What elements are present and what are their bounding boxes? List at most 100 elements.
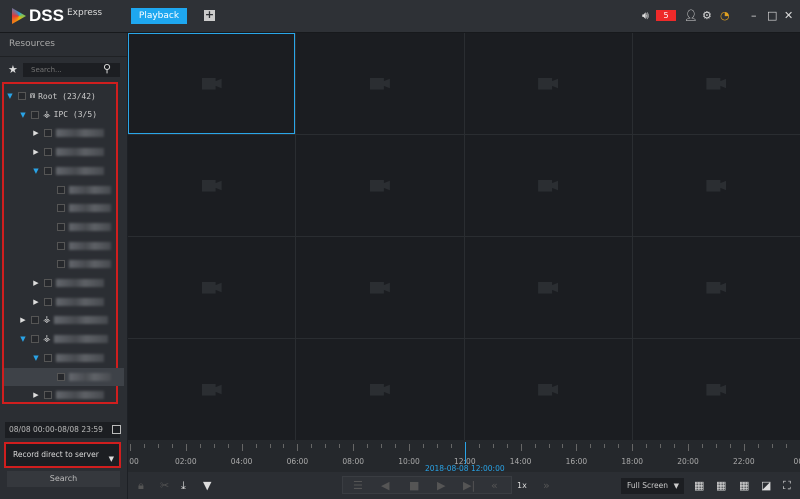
timeline-tick bbox=[520, 444, 522, 451]
caret-right-icon[interactable]: ▶ bbox=[32, 391, 40, 399]
checkbox[interactable] bbox=[57, 204, 65, 213]
gear-icon[interactable]: ⚙ bbox=[702, 9, 712, 23]
checkbox[interactable] bbox=[57, 222, 65, 231]
next-frame-icon[interactable]: ▶| bbox=[463, 479, 475, 492]
layout-9-icon[interactable]: ▦ bbox=[716, 479, 726, 492]
checkbox[interactable] bbox=[44, 166, 52, 175]
video-cell[interactable] bbox=[632, 33, 800, 134]
checkbox[interactable] bbox=[18, 92, 26, 100]
checkbox[interactable] bbox=[44, 353, 52, 362]
tree-node[interactable] bbox=[4, 199, 124, 217]
caret-right-icon[interactable]: ▶ bbox=[19, 316, 27, 324]
video-cell[interactable] bbox=[296, 339, 464, 440]
minimize-icon[interactable]: – bbox=[751, 9, 757, 23]
checkbox[interactable] bbox=[44, 148, 52, 157]
checkbox[interactable] bbox=[44, 391, 52, 400]
play-icon[interactable]: ▶ bbox=[437, 479, 445, 492]
video-cell[interactable] bbox=[296, 33, 464, 134]
video-cell[interactable] bbox=[464, 135, 632, 236]
tree-node[interactable]: ▼ ⩎ Root (23/42) bbox=[4, 87, 124, 105]
checkbox[interactable] bbox=[31, 335, 39, 344]
caret-right-icon[interactable]: ▶ bbox=[32, 129, 40, 137]
tree-node[interactable]: ▼ bbox=[4, 162, 124, 180]
scissors-icon[interactable]: ✂ bbox=[160, 479, 169, 492]
lock-icon[interactable]: 🔒︎ bbox=[138, 479, 144, 493]
tab-playback[interactable]: Playback bbox=[131, 8, 187, 24]
video-cell[interactable] bbox=[128, 33, 296, 134]
filter-icon[interactable]: ▼ bbox=[203, 479, 211, 492]
video-cell[interactable] bbox=[128, 339, 296, 440]
record-type-select[interactable]: Record direct to server ▼ bbox=[4, 442, 121, 468]
video-cell[interactable] bbox=[464, 237, 632, 338]
slow-icon[interactable]: « bbox=[491, 479, 498, 492]
user-icon[interactable]: 👤︎ bbox=[684, 9, 698, 23]
tree-node[interactable]: ▶ bbox=[4, 143, 124, 161]
plus-icon[interactable]: + bbox=[204, 9, 215, 21]
timeline[interactable]: 0002:0004:0006:0008:0010:0012:0014:0016:… bbox=[128, 440, 800, 473]
close-icon[interactable]: ✕ bbox=[784, 9, 793, 23]
star-icon[interactable]: ★ bbox=[8, 63, 18, 76]
custom-layout-icon[interactable]: ◪ bbox=[761, 479, 771, 492]
fast-icon[interactable]: » bbox=[543, 479, 550, 492]
video-cell[interactable] bbox=[296, 135, 464, 236]
tree-node[interactable] bbox=[4, 255, 124, 273]
video-cell[interactable] bbox=[632, 339, 800, 440]
tree-node[interactable]: ▶ bbox=[4, 293, 124, 311]
caret-down-icon[interactable]: ▼ bbox=[32, 354, 40, 362]
tree-node[interactable]: ▼ ⚶ bbox=[4, 330, 124, 348]
search-icon[interactable]: ⚲ bbox=[103, 62, 111, 75]
sync-icon[interactable]: ☰ bbox=[353, 479, 363, 492]
caret-down-icon[interactable]: ▼ bbox=[6, 92, 14, 100]
tree-node[interactable]: ▶ ⚶ bbox=[4, 311, 124, 329]
calendar-icon[interactable] bbox=[112, 425, 121, 434]
caret-down-icon[interactable]: ▼ bbox=[32, 167, 40, 175]
tree-node[interactable] bbox=[4, 218, 124, 236]
tree-node[interactable] bbox=[4, 181, 124, 199]
tree-node[interactable]: ▼ ⚶ IPC (3/5) bbox=[4, 106, 124, 124]
caret-down-icon[interactable]: ▼ bbox=[19, 111, 27, 119]
tree-node[interactable]: ▼ bbox=[4, 349, 124, 367]
checkbox[interactable] bbox=[31, 110, 39, 119]
date-range-field[interactable]: 08/08 00:00-08/08 23:59 bbox=[5, 422, 121, 438]
obscured-device-name bbox=[69, 222, 111, 231]
caret-right-icon[interactable]: ▶ bbox=[32, 279, 40, 287]
volume-icon[interactable]: 🔊︎ bbox=[642, 9, 649, 23]
org-icon: ⚶ bbox=[43, 109, 51, 120]
camera-placeholder-icon bbox=[369, 179, 390, 192]
caret-right-icon[interactable]: ▶ bbox=[32, 298, 40, 306]
layout-16-icon[interactable]: ▦ bbox=[739, 479, 749, 492]
checkbox[interactable] bbox=[57, 260, 65, 269]
download-icon[interactable]: ⤓ bbox=[181, 479, 186, 493]
video-cell[interactable] bbox=[632, 135, 800, 236]
checkbox[interactable] bbox=[44, 129, 52, 138]
tree-node[interactable] bbox=[4, 367, 124, 386]
tree-node[interactable]: ▶ bbox=[4, 386, 124, 404]
checkbox[interactable] bbox=[44, 297, 52, 306]
reverse-play-icon[interactable]: ◀ bbox=[381, 479, 389, 492]
stop-icon[interactable]: ■ bbox=[409, 479, 419, 492]
video-cell[interactable] bbox=[296, 237, 464, 338]
window-mode-select[interactable]: Full Screen ▼ bbox=[621, 478, 684, 494]
timeline-cursor[interactable] bbox=[464, 442, 466, 464]
search-button[interactable]: Search bbox=[7, 471, 120, 487]
video-cell[interactable] bbox=[128, 135, 296, 236]
alarm-badge[interactable]: 5 bbox=[656, 10, 676, 21]
maximize-icon[interactable]: □ bbox=[767, 9, 777, 23]
checkbox[interactable] bbox=[57, 241, 65, 250]
video-cell[interactable] bbox=[632, 237, 800, 338]
caret-right-icon[interactable]: ▶ bbox=[32, 148, 40, 156]
checkbox[interactable] bbox=[31, 316, 39, 325]
video-cell[interactable] bbox=[464, 33, 632, 134]
performance-gauge-icon[interactable]: ◔ bbox=[720, 9, 730, 23]
checkbox[interactable] bbox=[44, 279, 52, 287]
checkbox[interactable] bbox=[57, 185, 65, 194]
caret-down-icon[interactable]: ▼ bbox=[19, 335, 27, 343]
video-cell[interactable] bbox=[128, 237, 296, 338]
checkbox[interactable] bbox=[57, 372, 65, 381]
tree-node[interactable]: ▶ bbox=[4, 124, 124, 142]
fullscreen-icon[interactable]: ⛶ bbox=[783, 479, 791, 493]
layout-4-icon[interactable]: ▦ bbox=[694, 479, 704, 492]
video-cell[interactable] bbox=[464, 339, 632, 440]
tree-node[interactable]: ▶ bbox=[4, 274, 124, 292]
tree-node[interactable] bbox=[4, 237, 124, 255]
